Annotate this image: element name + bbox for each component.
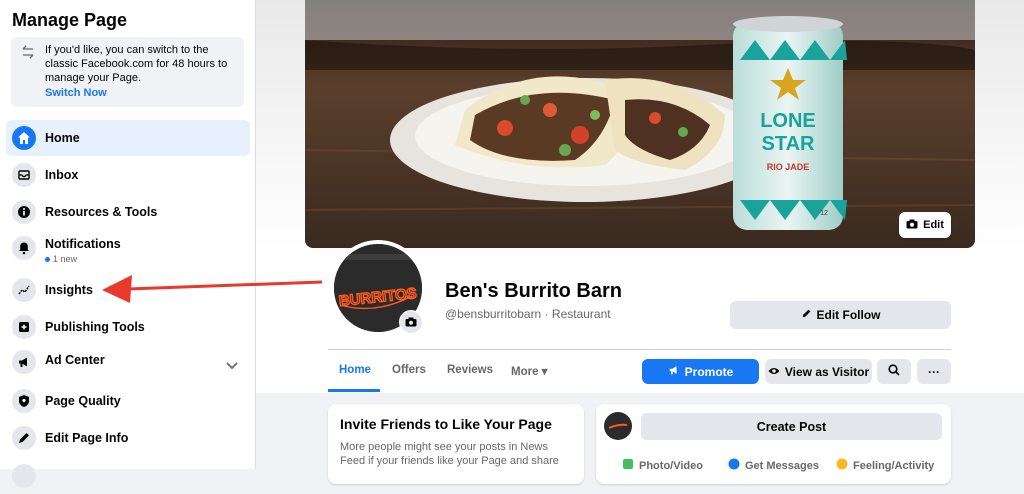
can-text-star: STAR: [762, 133, 816, 155]
invite-card-title: Invite Friends to Like Your Page: [340, 416, 552, 432]
edit-cover-label: Edit: [923, 219, 944, 231]
sidebar: Manage Page If you'd like, you can switc…: [0, 0, 256, 488]
settings-icon: [12, 464, 36, 488]
sidebar-item-label: Home: [45, 131, 80, 145]
notification-count: 1 new: [45, 254, 77, 264]
more-dots-icon: ···: [928, 364, 940, 379]
can-text-lone: LONE: [760, 110, 816, 132]
tab-reviews[interactable]: Reviews: [447, 364, 493, 376]
classic-switch-notice: If you'd like, you can switch to the cla…: [11, 37, 244, 107]
megaphone-icon: [668, 364, 680, 379]
edit-follow-button[interactable]: Edit Follow: [730, 301, 951, 329]
feeling-activity-button[interactable]: Feeling/Activity: [836, 458, 934, 473]
eye-icon: [768, 365, 780, 379]
promote-button[interactable]: Promote: [642, 359, 759, 384]
can-text-rio-jade: RIO JADE: [767, 162, 810, 172]
publishing-icon: [12, 315, 36, 339]
change-profile-picture-icon[interactable]: [399, 310, 423, 334]
tab-home[interactable]: Home: [339, 364, 371, 376]
invite-friends-card: Invite Friends to Like Your Page More pe…: [328, 404, 584, 484]
sidebar-item-label: Publishing Tools: [45, 320, 145, 334]
sidebar-item-home[interactable]: Home: [6, 120, 250, 156]
chevron-down-icon[interactable]: [226, 357, 238, 375]
invite-card-text: More people might see your posts in News…: [340, 441, 559, 467]
sidebar-item-ad-center[interactable]: Ad Center: [6, 343, 250, 379]
cover-photo: LONE STAR RIO JADE 12: [305, 0, 975, 248]
active-tab-indicator: [328, 389, 380, 392]
page-title: Ben's Burrito Barn: [445, 280, 623, 302]
sidebar-item-partial[interactable]: [6, 458, 250, 494]
search-icon: [888, 364, 900, 379]
info-icon: [12, 200, 36, 224]
annotation-arrow: [100, 265, 325, 310]
home-icon: [12, 126, 36, 150]
sidebar-item-label: Resources & Tools: [45, 205, 158, 219]
sidebar-item-label: Inbox: [45, 168, 79, 182]
view-as-visitor-button[interactable]: View as Visitor: [765, 359, 872, 384]
tab-offers[interactable]: Offers: [392, 364, 426, 376]
search-button[interactable]: [877, 359, 911, 384]
sidebar-item-resources-tools[interactable]: Resources & Tools: [6, 194, 250, 230]
sidebar-item-label: Insights: [45, 283, 93, 297]
smiley-icon: [836, 458, 848, 473]
inbox-icon: [12, 163, 36, 187]
sidebar-item-edit-page-info[interactable]: Edit Page Info: [6, 420, 250, 456]
sidebar-item-label: Page Quality: [45, 394, 121, 408]
photo-icon: [622, 458, 634, 473]
sidebar-item-label: Ad Center: [45, 353, 105, 367]
insights-chart-icon: [12, 278, 36, 302]
photo-video-button[interactable]: Photo/Video: [622, 458, 703, 473]
pencil-icon: [801, 308, 812, 322]
sidebar-item-inbox[interactable]: Inbox: [6, 157, 250, 193]
sidebar-item-publishing-tools[interactable]: Publishing Tools: [6, 309, 250, 345]
avatar: [604, 412, 632, 440]
more-options-button[interactable]: ···: [917, 359, 951, 384]
tab-divider: [328, 349, 951, 350]
pencil-icon: [12, 426, 36, 450]
sidebar-title: Manage Page: [12, 10, 128, 30]
switch-now-link[interactable]: Switch Now: [45, 87, 107, 99]
notice-text: If you'd like, you can switch to the cla…: [45, 44, 228, 84]
camera-icon: [906, 219, 918, 232]
get-messages-button[interactable]: Get Messages: [728, 458, 819, 473]
tab-more[interactable]: More ▾: [511, 364, 547, 378]
megaphone-icon: [12, 350, 36, 374]
page-handle: @bensburritobarn · Restaurant: [445, 307, 611, 321]
switch-arrows-icon: [21, 45, 35, 62]
shield-icon: [12, 389, 36, 413]
can-text-12: 12: [820, 210, 828, 217]
sidebar-item-page-quality[interactable]: Page Quality: [6, 383, 250, 419]
create-post-card: Create Post Photo/Video Get Messages Fee…: [596, 404, 951, 484]
edit-cover-button[interactable]: Edit: [899, 212, 951, 238]
sidebar-item-label: Notifications: [45, 237, 121, 251]
messenger-icon: [728, 458, 740, 473]
create-post-button[interactable]: Create Post: [641, 413, 942, 440]
new-dot: [45, 257, 50, 263]
bell-icon: [12, 236, 36, 260]
sidebar-item-label: Edit Page Info: [45, 431, 129, 445]
